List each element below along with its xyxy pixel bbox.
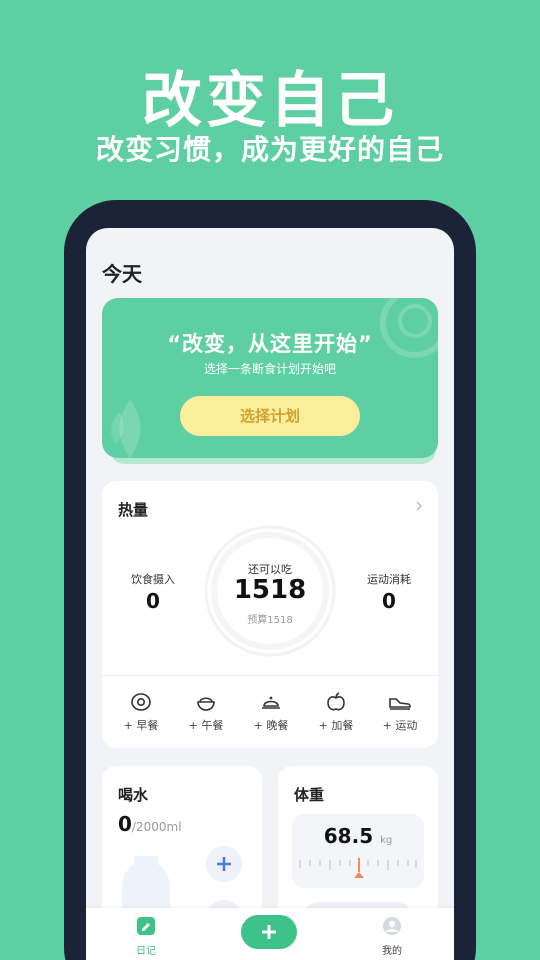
meal-label: + 加餐: [318, 719, 354, 732]
burn-value: 0: [382, 589, 396, 613]
scale-ticks: [299, 858, 417, 878]
calorie-title: 热量: [118, 501, 149, 519]
app-screen: 今天 “改变，从这里开始” 选择一条断食计划开始吧 选择计划 热量 饮食摄入 0…: [86, 228, 454, 960]
sneaker-icon: [389, 698, 411, 710]
add-snack-button[interactable]: + 加餐: [308, 691, 364, 733]
choose-plan-button[interactable]: 选择计划: [180, 396, 360, 436]
add-breakfast-button[interactable]: + 早餐: [113, 691, 169, 733]
page-title: 今天: [102, 262, 142, 286]
egg-icon: [131, 693, 151, 711]
meal-label: + 晚餐: [253, 719, 289, 732]
leaf-icon: [111, 400, 141, 458]
intake-value: 0: [146, 589, 160, 613]
weight-title: 体重: [294, 786, 325, 804]
add-lunch-button[interactable]: + 午餐: [178, 691, 234, 733]
burn-stat: 运动消耗 0: [352, 571, 426, 613]
burn-label: 运动消耗: [367, 573, 411, 586]
plan-banner: “改变，从这里开始” 选择一条断食计划开始吧 选择计划: [102, 298, 438, 458]
promo-subtitle: 改变习惯，成为更好的自己: [95, 133, 444, 166]
weight-value: 68.5 kg: [292, 824, 424, 848]
meal-label: + 早餐: [123, 719, 159, 732]
budget-label: 预算1518: [247, 615, 293, 626]
calorie-card: 热量 饮食摄入 0 还可以吃 1518 预算1518 运动消耗 0 + 早餐 +…: [102, 481, 438, 748]
promo-title: 改变自己: [142, 66, 398, 136]
cloche-icon: [262, 696, 280, 709]
plus-icon: [262, 925, 276, 939]
meal-label: + 运动: [382, 719, 418, 732]
tab-mine[interactable]: 我的: [362, 916, 422, 957]
chevron-right-icon[interactable]: [414, 501, 424, 511]
water-goal: /2000ml: [131, 820, 182, 834]
banner-quote: “改变，从这里开始”: [167, 332, 373, 356]
avatar-icon: [383, 917, 401, 935]
apple-icon: [327, 692, 345, 711]
plus-icon: [217, 857, 231, 871]
bottom-tab-bar: 日记 我的: [86, 908, 454, 960]
banner-desc: 选择一条断食计划开始吧: [203, 362, 336, 376]
tab-diary[interactable]: 日记: [116, 916, 176, 957]
diary-icon: [137, 917, 155, 935]
weight-number: 68.5: [323, 824, 374, 848]
calorie-ring: 还可以吃 1518 预算1518: [202, 523, 338, 659]
weight-scale: 68.5 kg: [292, 814, 424, 888]
add-dinner-button[interactable]: + 晚餐: [243, 691, 299, 733]
add-water-button[interactable]: [206, 846, 242, 882]
add-record-button[interactable]: [241, 915, 297, 949]
divider: [102, 675, 438, 676]
water-title: 喝水: [118, 786, 149, 804]
tab-mine-label: 我的: [382, 946, 402, 957]
rice-bowl-icon: [197, 697, 215, 711]
add-exercise-button[interactable]: + 运动: [372, 691, 428, 733]
intake-stat: 饮食摄入 0: [118, 571, 188, 613]
water-amount-value: 0: [118, 812, 132, 836]
remaining-value: 1518: [233, 575, 307, 605]
meal-label: + 午餐: [188, 719, 224, 732]
weight-unit: kg: [380, 835, 393, 846]
tab-diary-label: 日记: [136, 946, 156, 957]
intake-label: 饮食摄入: [131, 573, 175, 586]
water-amount: 0/2000ml: [118, 812, 182, 836]
